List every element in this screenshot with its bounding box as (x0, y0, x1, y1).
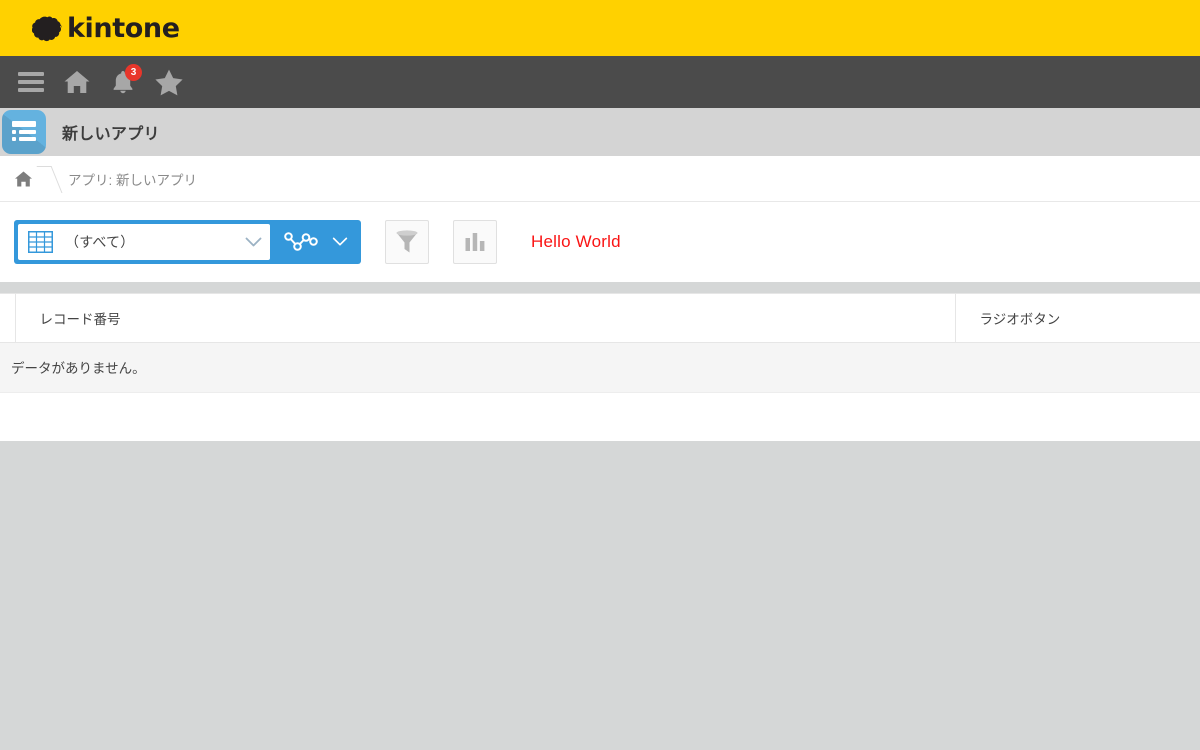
graph-view-button[interactable] (270, 220, 361, 264)
nav-menu-button[interactable] (8, 56, 54, 108)
record-table-head: レコード番号 ラジオボタン (0, 294, 1200, 342)
kintone-cloud-logo-icon (32, 16, 62, 42)
brand-name: kintone (67, 12, 180, 44)
record-table-body: データがありません。 (0, 341, 1200, 393)
custom-hello-world-text: Hello World (531, 232, 621, 251)
star-icon (155, 69, 183, 96)
home-icon (14, 171, 32, 186)
brand-bar: kintone (0, 0, 1200, 56)
view-selector-group[interactable]: （すべて） (14, 220, 361, 264)
empty-state-row: データがありません。 (0, 341, 1200, 393)
kintone-app-page: kintone 3 新しいアプリ アプリ: 新しいアプリ （すべて） Hello… (0, 0, 1200, 750)
home-icon (64, 71, 90, 93)
table-view-icon (28, 231, 53, 253)
nav-favorites-button[interactable] (146, 56, 192, 108)
nav-notification-button[interactable]: 3 (100, 56, 146, 108)
record-table-header-row: レコード番号 ラジオボタン (0, 294, 1200, 342)
column-header-radio-button[interactable]: ラジオボタン (954, 294, 1200, 342)
breadcrumb-home-button[interactable] (10, 170, 36, 188)
table-gutter-cell (0, 294, 15, 342)
list-toolbar: （すべて） Hello World (0, 202, 1200, 282)
record-table: レコード番号 ラジオボタン データがありません。 (0, 294, 1200, 393)
page-canvas-area (0, 440, 1200, 739)
app-list-icon (12, 121, 36, 141)
view-selector[interactable]: （すべて） (18, 224, 270, 260)
funnel-filter-icon (396, 230, 418, 253)
hamburger-menu-icon (18, 68, 44, 96)
app-title: 新しいアプリ (62, 126, 160, 143)
view-selector-label: （すべて） (65, 234, 135, 250)
notification-badge: 3 (125, 64, 142, 81)
chart-button[interactable] (453, 220, 497, 264)
record-list: レコード番号 ラジオボタン データがありません。 (0, 293, 1200, 441)
filter-button[interactable] (385, 220, 429, 264)
bar-chart-icon (465, 233, 485, 251)
breadcrumb: アプリ: 新しいアプリ (0, 156, 1200, 202)
nav-home-button[interactable] (54, 56, 100, 108)
app-header-bar: 新しいアプリ (0, 108, 1200, 156)
global-nav-bar: 3 (0, 56, 1200, 108)
chevron-down-icon (245, 237, 262, 246)
line-graph-icon (284, 232, 318, 251)
empty-state-message: データがありません。 (0, 341, 1200, 393)
column-header-record-number[interactable]: レコード番号 (14, 294, 955, 342)
breadcrumb-app-link[interactable]: アプリ: 新しいアプリ (68, 169, 197, 189)
app-icon[interactable] (2, 110, 46, 154)
chevron-down-icon (332, 237, 348, 246)
record-list-footer-space (0, 392, 1200, 441)
breadcrumb-separator (36, 156, 62, 202)
kintone-logo[interactable]: kintone (32, 14, 180, 42)
